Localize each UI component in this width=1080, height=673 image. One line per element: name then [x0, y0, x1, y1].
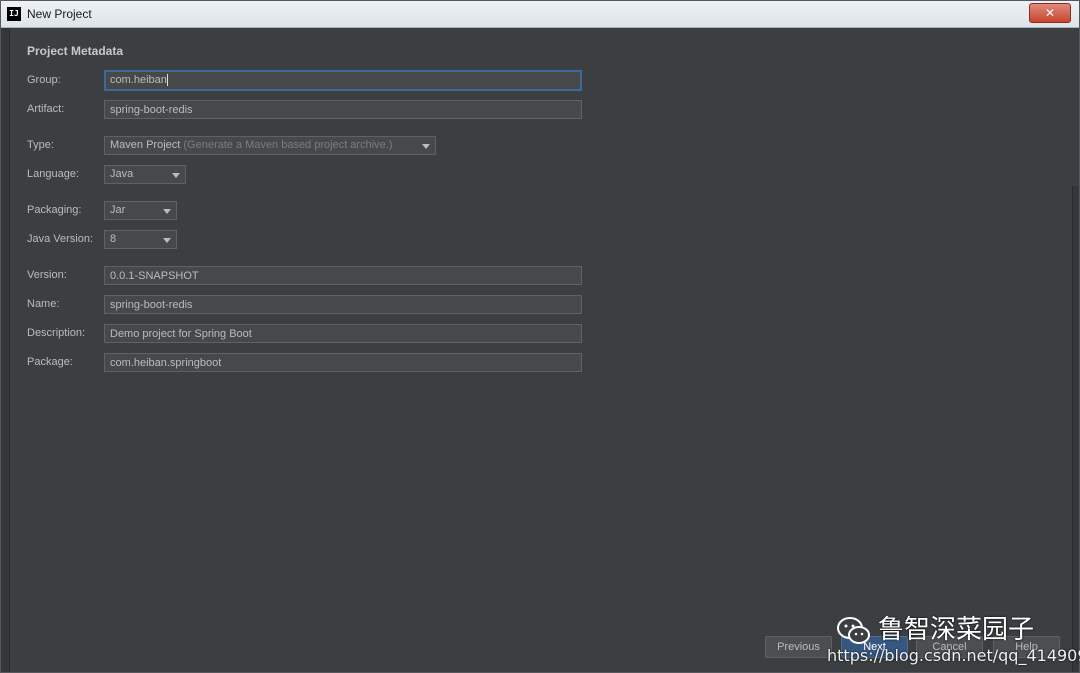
artifact-label: Artifact:: [27, 103, 65, 115]
watermark-brand-text: 鲁智深菜园子: [878, 615, 1035, 645]
previous-button[interactable]: Previous: [765, 636, 832, 658]
description-label: Description:: [27, 327, 86, 339]
language-label: Language:: [27, 168, 79, 180]
type-hint: (Generate a Maven based project archive.…: [183, 139, 393, 151]
type-label: Type:: [27, 139, 54, 151]
left-panel-edge: [1, 28, 10, 672]
version-field[interactable]: 0.0.1-SNAPSHOT: [104, 266, 582, 285]
package-label: Package:: [27, 356, 73, 368]
artifact-field[interactable]: spring-boot-redis: [104, 100, 582, 119]
version-label: Version:: [27, 269, 67, 281]
java-version-select[interactable]: 8: [104, 230, 177, 249]
type-value: Maven Project: [110, 139, 181, 151]
packaging-select[interactable]: Jar: [104, 201, 177, 220]
group-field[interactable]: com.heiban: [104, 70, 582, 91]
chevron-down-icon: [422, 144, 430, 149]
intellij-app-icon: IJ: [7, 7, 21, 21]
chevron-down-icon: [163, 238, 171, 243]
java-version-value: 8: [110, 233, 117, 245]
window-title: New Project: [27, 7, 92, 21]
watermark-brand: 鲁智深菜园子: [836, 609, 1034, 646]
java-version-label: Java Version:: [27, 233, 94, 245]
name-field[interactable]: spring-boot-redis: [104, 295, 582, 314]
packaging-value: Jar: [110, 204, 126, 216]
group-value: com.heiban: [110, 74, 167, 86]
type-select[interactable]: Maven Project (Generate a Maven based pr…: [104, 136, 436, 155]
group-label: Group:: [27, 74, 61, 86]
close-button[interactable]: ✕: [1029, 3, 1071, 23]
description-field[interactable]: Demo project for Spring Boot: [104, 324, 582, 343]
packaging-label: Packaging:: [27, 204, 82, 216]
section-title: Project Metadata: [27, 44, 124, 58]
watermark-url: https://blog.csdn.net/qq_41490913: [827, 646, 1080, 665]
wechat-icon: [837, 616, 870, 644]
new-project-dialog: IJ New Project ✕ Project Metadata Group:…: [0, 0, 1080, 673]
name-label: Name:: [27, 298, 60, 310]
language-value: Java: [110, 168, 134, 180]
language-select[interactable]: Java: [104, 165, 186, 184]
chevron-down-icon: [163, 209, 171, 214]
title-bar[interactable]: IJ New Project ✕: [1, 1, 1079, 28]
right-panel-edge: [1072, 186, 1079, 672]
text-caret: [166, 74, 168, 87]
chevron-down-icon: [172, 173, 180, 178]
package-field[interactable]: com.heiban.springboot: [104, 353, 582, 372]
